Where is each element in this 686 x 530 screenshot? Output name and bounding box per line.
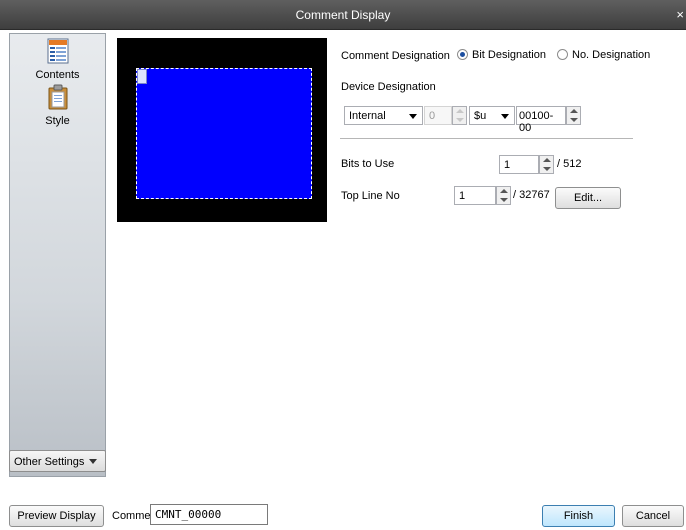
chevron-down-icon	[409, 114, 417, 119]
edit-button[interactable]: Edit...	[555, 187, 621, 209]
preview-display-button[interactable]: Preview Display	[9, 505, 104, 527]
top-line-max: / 32767	[513, 189, 550, 201]
sidebar: Contents Style	[9, 33, 106, 477]
bits-to-use-stepper[interactable]	[539, 155, 554, 174]
comment-display-object[interactable]	[136, 68, 312, 199]
sidebar-item-contents[interactable]: Contents	[10, 38, 105, 81]
bit-designation-label[interactable]: Bit Designation	[472, 49, 546, 61]
chevron-down-icon	[89, 459, 97, 464]
style-icon	[48, 84, 67, 110]
window-title: Comment Display	[295, 8, 391, 22]
device-prefix-select[interactable]: $u	[469, 106, 515, 125]
top-line-value: 1	[459, 190, 466, 202]
comment-name-label: Comme	[112, 510, 151, 522]
preview-canvas	[117, 38, 327, 222]
comment-name-input[interactable]: CMNT_00000	[150, 504, 268, 525]
no-designation-radio[interactable]	[557, 49, 568, 60]
comment-designation-label: Comment Designation	[341, 50, 450, 62]
device-type-value: Internal	[349, 110, 386, 122]
top-line-label: Top Line No	[341, 190, 400, 202]
device-prefix-value: $u	[474, 110, 487, 122]
device-bank-field: 0	[424, 106, 452, 125]
sidebar-item-label: Style	[45, 115, 70, 127]
sidebar-item-label: Contents	[35, 69, 80, 81]
bits-to-use-field[interactable]: 1	[499, 155, 539, 174]
device-bank-value: 0	[429, 110, 436, 122]
sidebar-item-style[interactable]: Style	[10, 84, 105, 127]
device-type-select[interactable]: Internal	[344, 106, 423, 125]
device-bank-stepper	[452, 106, 467, 125]
top-line-stepper[interactable]	[496, 186, 511, 205]
device-address-field[interactable]: 00100-00	[516, 106, 566, 134]
no-designation-label[interactable]: No. Designation	[572, 49, 650, 61]
device-designation-label: Device Designation	[341, 81, 436, 93]
finish-button[interactable]: Finish	[542, 505, 615, 527]
bits-to-use-value: 1	[504, 159, 511, 171]
bits-to-use-max: / 512	[557, 158, 582, 170]
contents-icon	[47, 38, 68, 64]
bits-to-use-label: Bits to Use	[341, 158, 395, 170]
chevron-down-icon	[501, 114, 509, 119]
cancel-button[interactable]: Cancel	[622, 505, 684, 527]
bit-designation-radio[interactable]	[457, 49, 468, 60]
device-address-stepper[interactable]	[566, 106, 581, 125]
object-marker-icon	[137, 69, 147, 84]
device-address-value: 00100-00	[519, 110, 554, 134]
other-settings-button[interactable]: Other Settings	[9, 450, 106, 472]
other-settings-label: Other Settings	[14, 456, 85, 468]
close-icon[interactable]: ×	[676, 7, 684, 22]
title-bar: Comment Display ×	[0, 0, 686, 30]
top-line-field[interactable]: 1	[454, 186, 496, 205]
separator	[340, 138, 633, 139]
